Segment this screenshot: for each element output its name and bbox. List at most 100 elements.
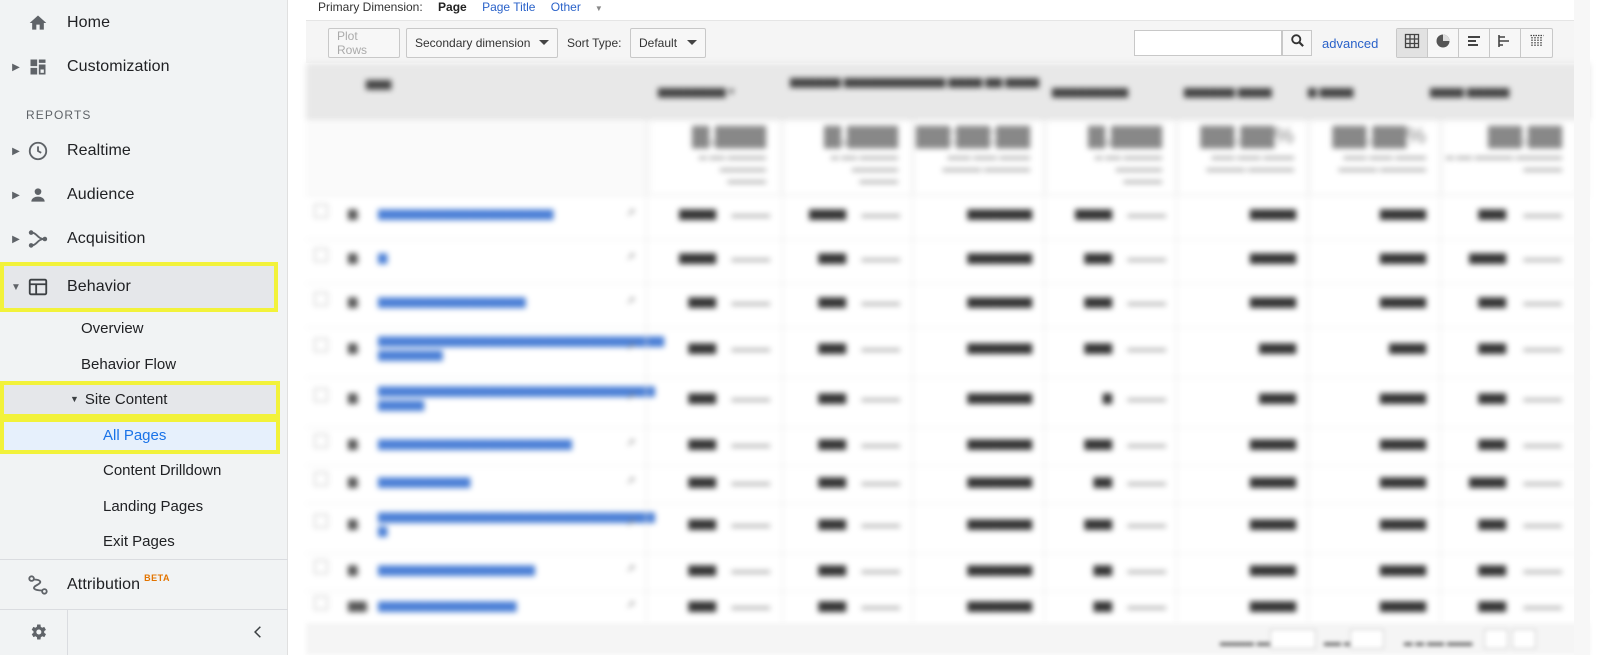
pivot-view-button[interactable]	[1521, 29, 1552, 57]
external-link-icon[interactable]: ↗	[626, 598, 635, 611]
metric-cell: ▆▆▆	[818, 294, 846, 308]
page-link[interactable]: ▆▆▆▆▆▆▆▆▆▆▆▆▆▆▆	[378, 598, 630, 612]
row-checkbox[interactable]	[314, 292, 328, 306]
prev-page-button[interactable]	[1484, 629, 1508, 649]
metric-cell: ▆▆▆▆	[1259, 390, 1296, 404]
row-checkbox[interactable]	[314, 204, 328, 218]
column-header[interactable]: ▆▆▆	[366, 77, 391, 90]
row-checkbox[interactable]	[314, 596, 328, 610]
next-page-button[interactable]	[1512, 629, 1536, 649]
page-link[interactable]: ▆▆▆▆▆▆▆▆▆▆▆▆▆▆▆▆	[378, 294, 630, 308]
column-header[interactable]: ▆▆▆ ▆▆▆▆ ▆▆ ▆▆▆▆	[920, 75, 1039, 88]
table-row[interactable]: ▆. ▆▆▆▆▆▆▆▆▆▆▆▆▆▆▆▆▆▆▆▆▆▆▆▆▆▆▆▆▆▆▆ ▆▆▆▆▆…	[306, 327, 1590, 377]
chevron-left-icon[interactable]	[248, 622, 268, 642]
caret-down-icon: ▼	[11, 281, 21, 293]
sidebar-item-exit-pages[interactable]: Exit Pages	[103, 533, 175, 550]
table-view-button[interactable]	[1397, 29, 1428, 57]
scrollbar[interactable]	[1574, 0, 1590, 655]
page-link[interactable]: ▆▆▆▆▆▆▆▆▆▆▆▆▆▆▆▆▆	[378, 562, 630, 576]
advanced-link[interactable]: advanced	[1322, 36, 1378, 51]
column-header[interactable]: ▆ ▆▆▆▆	[1308, 85, 1353, 98]
sidebar-item-acquisition[interactable]: ▶ Acquisition	[0, 217, 288, 261]
pages-table: ▆▆▆ ▆▆▆▆▆▆▆▆ ▾ ▆▆▆▆▆▆ ▆▆▆▆▆▆▆▆▆ ▆▆▆ ▆▆▆▆…	[306, 63, 1590, 623]
external-link-icon[interactable]: ↗	[626, 516, 635, 529]
column-header[interactable]: ▆▆▆▆▆▆▆▆▆	[1052, 85, 1128, 98]
table-search-input[interactable]	[1134, 30, 1282, 56]
row-checkbox[interactable]	[314, 472, 328, 486]
external-link-icon[interactable]: ↗	[626, 474, 635, 487]
metric-cell: ▆▆▆▆	[1389, 340, 1426, 354]
search-button[interactable]	[1282, 30, 1312, 56]
column-header[interactable]: ▆▆▆▆ ▆▆▆▆▆	[1430, 85, 1509, 98]
report-main: Primary Dimension: Page Page Title Other…	[306, 0, 1590, 655]
row-checkbox[interactable]	[314, 338, 328, 352]
page-link[interactable]: ▆▆▆▆▆▆▆▆▆▆▆▆▆▆▆▆▆▆▆	[378, 206, 630, 220]
sidebar-item-landing-pages[interactable]: Landing Pages	[103, 498, 203, 515]
sidebar-item-customization[interactable]: ▶ Customization	[0, 45, 288, 89]
attribution-label-wrap: Attribution BETA	[67, 573, 170, 594]
external-link-icon[interactable]: ↗	[626, 340, 635, 353]
sidebar-item-site-content[interactable]: ▼ Site Content	[70, 391, 167, 408]
row-checkbox[interactable]	[314, 248, 328, 262]
row-checkbox[interactable]	[314, 514, 328, 528]
secondary-dimension-dropdown[interactable]: Secondary dimension	[406, 28, 558, 58]
table-row[interactable]: ▆. ▆▆▆▆▆▆▆▆▆▆▆▆▆▆▆▆▆ ↗ ▆▆▆ ▂▂▂▂▂ ▆▆▆ ▂▂▂…	[306, 553, 1590, 591]
metric-cell: ▆▆▆▆▆▆▆	[967, 474, 1032, 488]
table-row[interactable]: ▆. ▆▆▆▆▆▆▆▆▆▆▆▆▆▆▆▆▆▆▆▆▆ ↗ ▆▆▆ ▂▂▂▂▂ ▆▆▆…	[306, 427, 1590, 465]
table-row[interactable]: ▆. ▆ ↗ ▆▆▆▆ ▂▂▂▂▂ ▆▆▆ ▂▂▂▂▂ ▆▆▆▆▆▆▆ ▆▆▆ …	[306, 239, 1590, 283]
page-link[interactable]: ▆▆▆▆▆▆▆▆▆▆▆▆▆▆▆▆▆▆▆▆▆▆▆▆▆▆▆▆▆▆ ▆	[378, 509, 655, 537]
row-number: ▆.	[348, 206, 361, 220]
page-link[interactable]: ▆	[378, 250, 630, 264]
row-checkbox[interactable]	[314, 434, 328, 448]
dashboard-icon	[26, 55, 50, 79]
external-link-icon[interactable]: ↗	[626, 294, 635, 307]
comparison-view-button[interactable]	[1490, 29, 1521, 57]
pie-view-button[interactable]	[1428, 29, 1459, 57]
column-header[interactable]: ▆▆▆▆▆▆ ▆▆▆▆	[1184, 85, 1272, 98]
sidebar-item-audience[interactable]: ▶ Audience	[0, 173, 288, 217]
sidebar-item-realtime[interactable]: ▶ Realtime	[0, 129, 288, 173]
sidebar-item-overview[interactable]: Overview	[81, 320, 144, 337]
sidebar-item-content-drilldown[interactable]: Content Drilldown	[103, 462, 221, 479]
dim-other[interactable]: Other ▼	[551, 0, 615, 14]
page-link[interactable]: ▆▆▆▆▆▆▆▆▆▆	[378, 474, 630, 488]
external-link-icon[interactable]: ↗	[626, 562, 635, 575]
sidebar-item-behavior[interactable]: ▼ Behavior	[0, 265, 288, 309]
row-checkbox[interactable]	[314, 388, 328, 402]
column-header[interactable]: ▆▆▆▆▆▆ ▆▆▆▆▆▆▆▆▆	[790, 75, 920, 88]
metric-cell: ▆▆▆	[1084, 294, 1112, 308]
table-row[interactable]: ▆. ▆▆▆▆▆▆▆▆▆▆▆▆▆▆▆▆▆▆▆▆▆▆▆▆▆▆▆▆▆▆ ▆ ↗ ▆▆…	[306, 503, 1590, 553]
plot-rows-button[interactable]: Plot Rows	[328, 28, 400, 58]
sidebar-item-all-pages[interactable]: All Pages	[103, 427, 166, 444]
goto-page-input[interactable]	[1350, 629, 1384, 649]
table-row[interactable]: ▆. ▆▆▆▆▆▆▆▆▆▆▆▆▆▆▆▆▆▆▆▆▆▆▆▆▆▆▆▆▆▆ ▆▆▆▆▆ …	[306, 377, 1590, 427]
page-link[interactable]: ▆▆▆▆▆▆▆▆▆▆▆▆▆▆▆▆▆▆▆▆▆▆▆▆▆▆▆▆▆▆ ▆▆▆▆▆	[378, 383, 655, 411]
sort-type-dropdown[interactable]: Default	[630, 28, 706, 58]
page-link[interactable]: ▆▆▆▆▆▆▆▆▆▆▆▆▆▆▆▆▆▆▆▆▆▆▆▆▆▆▆▆▆▆▆ ▆▆▆▆▆▆▆	[378, 333, 664, 361]
dim-page-title[interactable]: Page Title	[482, 0, 535, 14]
table-row[interactable]: ▆▆. ▆▆▆▆▆▆▆▆▆▆▆▆▆▆▆ ↗ ▆▆▆ ▂▂▂▂▂ ▆▆▆ ▂▂▂▂…	[306, 591, 1590, 623]
row-checkbox[interactable]	[314, 560, 328, 574]
external-link-icon[interactable]: ↗	[626, 250, 635, 263]
gear-icon[interactable]	[26, 620, 50, 644]
table-row[interactable]: ▆. ▆▆▆▆▆▆▆▆▆▆▆▆▆▆▆▆▆▆▆ ↗ ▆▆▆▆ ▂▂▂▂▂ ▆▆▆▆…	[306, 195, 1590, 239]
external-link-icon[interactable]: ↗	[626, 206, 635, 219]
row-number: ▆.	[348, 436, 361, 450]
external-link-icon[interactable]: ↗	[626, 436, 635, 449]
table-row[interactable]: ▆. ▆▆▆▆▆▆▆▆▆▆ ↗ ▆▆▆ ▂▂▂▂▂ ▆▆▆ ▂▂▂▂▂ ▆▆▆▆…	[306, 465, 1590, 503]
dim-page[interactable]: Page	[438, 0, 467, 14]
metric-percent: ▂▂▂▂▂	[1127, 475, 1166, 486]
page-range-label: ▂ ▂ ▂▂ ▂▂▂	[1404, 634, 1473, 646]
acquisition-icon	[26, 227, 50, 251]
metric-cell: ▆▆▆▆▆▆▆	[967, 294, 1032, 308]
column-header[interactable]: ▆▆▆▆▆▆▆▆ ▾	[658, 85, 734, 98]
sidebar-item-home[interactable]: Home	[0, 1, 288, 45]
sidebar-item-behavior-flow[interactable]: Behavior Flow	[81, 356, 176, 373]
sidebar-item-attribution[interactable]: Attribution BETA	[0, 563, 288, 607]
caret-down-icon: ▼	[594, 4, 603, 13]
external-link-icon[interactable]: ↗	[626, 390, 635, 403]
table-row[interactable]: ▆. ▆▆▆▆▆▆▆▆▆▆▆▆▆▆▆▆ ↗ ▆▆▆ ▂▂▂▂▂ ▆▆▆ ▂▂▂▂…	[306, 283, 1590, 327]
page-link[interactable]: ▆▆▆▆▆▆▆▆▆▆▆▆▆▆▆▆▆▆▆▆▆	[378, 436, 630, 450]
performance-view-button[interactable]	[1459, 29, 1490, 57]
rows-per-page-select[interactable]	[1270, 629, 1316, 649]
